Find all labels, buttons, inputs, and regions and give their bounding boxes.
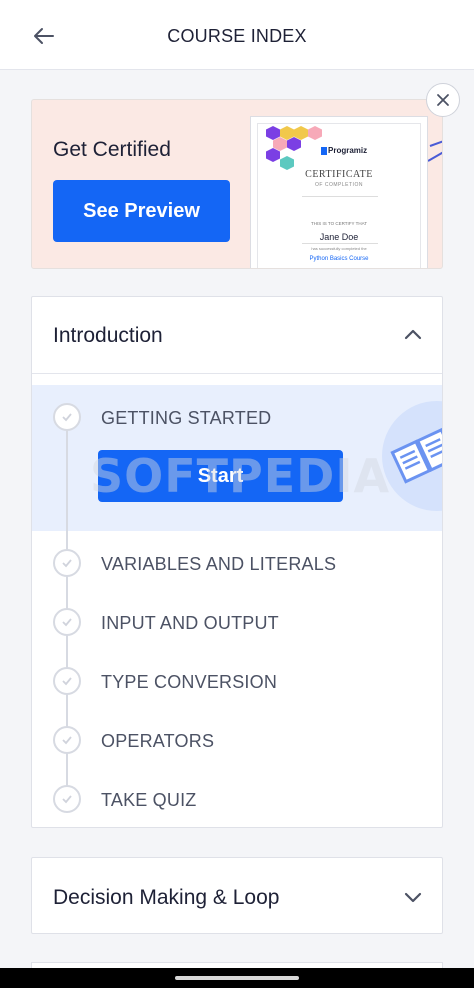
checkmark-icon	[62, 795, 72, 804]
divider	[302, 196, 378, 197]
close-icon	[437, 94, 449, 106]
lesson-item-getting-started[interactable]: GETTING STARTED	[32, 397, 442, 437]
section-decision-making-loop: Decision Making & Loop	[31, 857, 443, 934]
lesson-status	[53, 726, 81, 754]
certificate-subheading: OF COMPLETION	[315, 182, 363, 188]
lesson-status	[53, 667, 81, 695]
close-promo-button[interactable]	[426, 83, 460, 117]
top-app-bar: COURSE INDEX	[0, 0, 474, 70]
lesson-item-variables-and-literals[interactable]: VARIABLES AND LITERALS	[32, 543, 442, 583]
hexagon-decoration	[280, 156, 294, 170]
section-title: Introduction	[53, 324, 163, 347]
certificate-preview-image: Programiz CERTIFICATE OF COMPLETION THIS…	[257, 123, 421, 268]
chevron-down-icon[interactable]	[402, 886, 424, 908]
lesson-status	[53, 608, 81, 636]
section-title: Decision Making & Loop	[53, 886, 280, 909]
lesson-item-input-and-output[interactable]: INPUT AND OUTPUT	[32, 602, 442, 642]
home-indicator[interactable]	[175, 976, 299, 980]
hexagon-decoration	[308, 126, 322, 140]
start-lesson-button[interactable]: Start	[98, 450, 343, 502]
lesson-status	[53, 549, 81, 577]
lesson-label: GETTING STARTED	[101, 408, 272, 428]
certificate-recipient-name: Jane Doe	[319, 232, 359, 242]
hexagon-decoration	[266, 126, 280, 140]
promo-title: Get Certified	[53, 138, 171, 161]
chevron-up-icon[interactable]	[402, 323, 424, 345]
checkmark-icon	[62, 677, 72, 686]
lesson-label: TYPE CONVERSION	[101, 672, 278, 692]
hexagon-decoration	[273, 137, 287, 151]
hexagon-decoration	[287, 137, 301, 151]
hexagon-decoration	[266, 148, 280, 162]
see-preview-button[interactable]: See Preview	[53, 180, 230, 242]
certificate-heading: CERTIFICATE	[305, 169, 373, 180]
section-header-introduction[interactable]: Introduction	[32, 297, 442, 373]
decorative-line	[427, 150, 442, 162]
section-introduction: Introduction GETTING STARTED Start SOFTP…	[31, 296, 443, 828]
divider	[32, 373, 442, 374]
hexagon-decoration	[280, 126, 294, 140]
lesson-label: TAKE QUIZ	[101, 790, 197, 810]
certificate-completed-text: has successfully completed the	[311, 246, 367, 251]
lesson-label: INPUT AND OUTPUT	[101, 613, 279, 633]
checkmark-icon	[62, 618, 72, 627]
lesson-item-take-quiz[interactable]: TAKE QUIZ	[32, 779, 442, 819]
certificate-course-name: Python Basics Course	[309, 256, 369, 262]
checkmark-icon	[62, 413, 72, 422]
lesson-label: VARIABLES AND LITERALS	[101, 554, 337, 574]
hexagon-decoration	[294, 126, 308, 140]
decorative-line	[429, 137, 442, 147]
lesson-item-type-conversion[interactable]: TYPE CONVERSION	[32, 661, 442, 701]
certificate-promo-card: Get Certified See Preview Programiz CERT…	[31, 99, 443, 269]
checkmark-icon	[62, 736, 72, 745]
lesson-label: OPERATORS	[101, 731, 215, 751]
section-header-decision-making-loop[interactable]: Decision Making & Loop	[32, 858, 442, 933]
certificate-brand: Programiz	[328, 146, 368, 155]
page-title: COURSE INDEX	[167, 26, 307, 46]
lesson-status	[53, 403, 81, 431]
checkmark-icon	[62, 559, 72, 568]
lesson-status	[53, 785, 81, 813]
certificate-certify-text: THIS IS TO CERTIFY THAT	[310, 221, 367, 226]
programiz-logo-icon	[321, 147, 327, 155]
divider	[302, 243, 378, 244]
lesson-item-operators[interactable]: OPERATORS	[32, 720, 442, 760]
